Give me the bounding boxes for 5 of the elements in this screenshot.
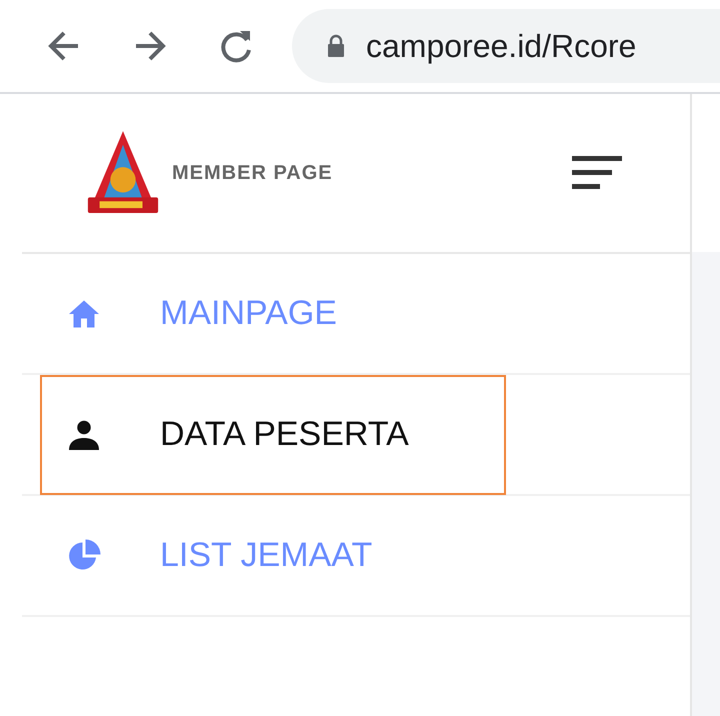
lock-icon bbox=[326, 34, 346, 58]
sidebar-item[interactable]: DATA PESERTA bbox=[40, 374, 506, 494]
brand-title: MEMBER PAGE bbox=[172, 162, 334, 184]
menu-icon[interactable] bbox=[572, 156, 622, 190]
address-bar[interactable]: camporee.id/Rcore bbox=[292, 9, 720, 83]
